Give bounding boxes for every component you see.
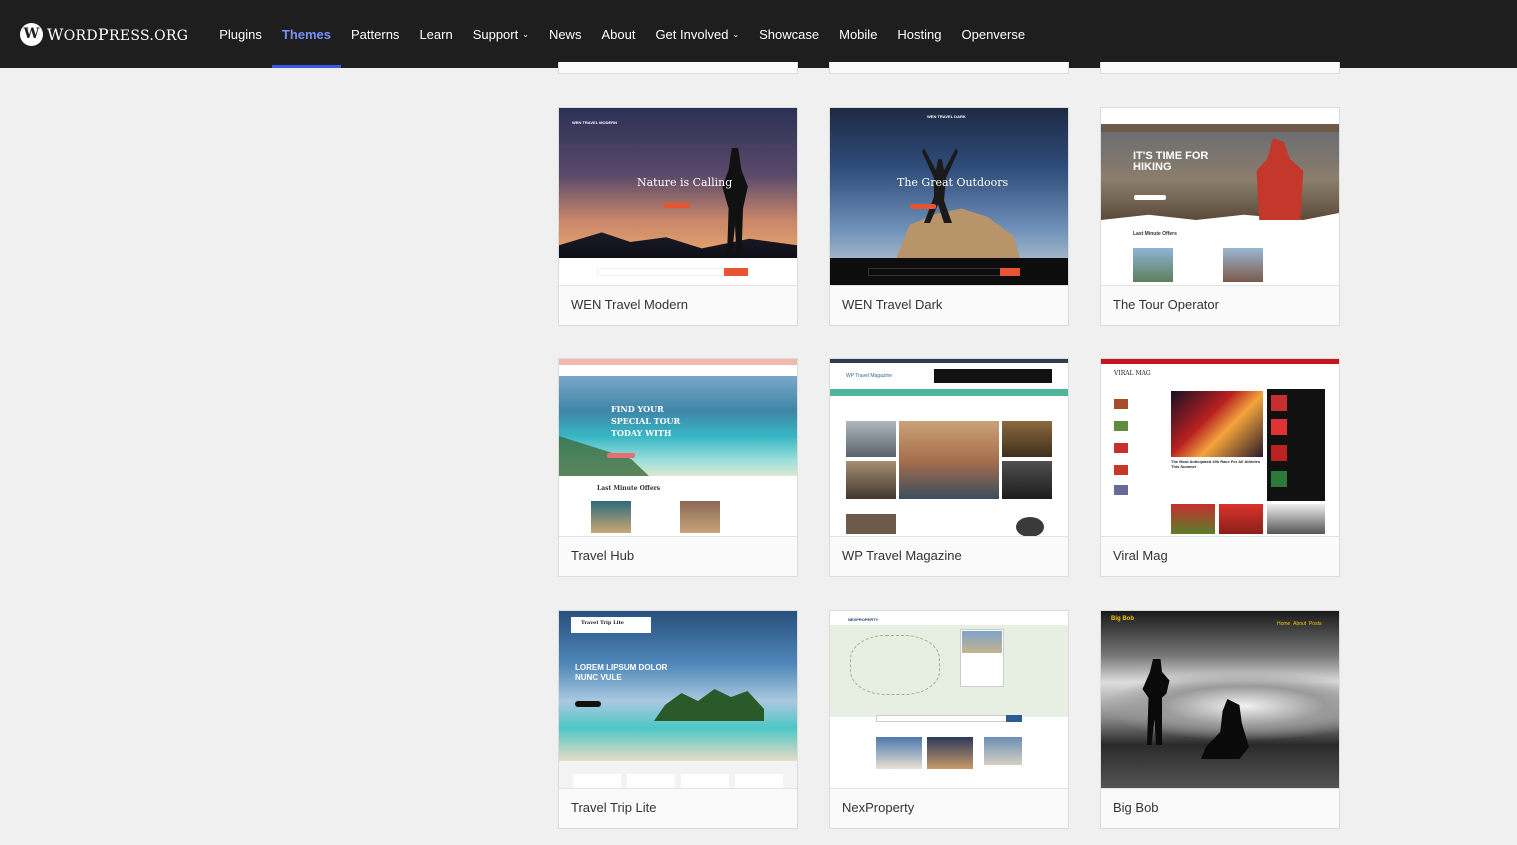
- preview-site-title: WEN TRAVEL MODERN: [572, 120, 617, 125]
- theme-name[interactable]: Big Bob: [1113, 800, 1159, 815]
- theme-card-partial[interactable]: [558, 62, 798, 74]
- wordpress-icon: W: [20, 22, 43, 46]
- theme-card-partial[interactable]: [1100, 62, 1340, 74]
- nav-label: Hosting: [897, 26, 942, 42]
- nav-openverse[interactable]: Openverse: [952, 0, 1036, 68]
- brand-name: WORDPRESS.ORG: [47, 24, 189, 44]
- theme-card-partial[interactable]: [829, 62, 1069, 74]
- theme-name[interactable]: Viral Mag: [1113, 548, 1168, 563]
- preview-section-title: Last Minute Offers: [1133, 231, 1177, 237]
- nav-label: Learn: [419, 26, 453, 42]
- theme-screenshot[interactable]: FIND YOUR SPECIAL TOUR TODAY WITH Last M…: [559, 359, 797, 537]
- preview-site-title: Travel Trip Lite: [581, 620, 624, 626]
- nav-label: Patterns: [351, 26, 400, 42]
- nav-hosting[interactable]: Hosting: [887, 0, 951, 68]
- preview-menu: Home About Posts: [1277, 621, 1322, 627]
- preview-headline: Nature is Calling: [637, 176, 733, 189]
- theme-card-nexproperty[interactable]: NEXPROPERTY NexProperty: [829, 610, 1069, 829]
- theme-screenshot[interactable]: WEN TRAVEL DARK The Great Outdoors: [830, 108, 1068, 286]
- theme-card-travel-trip-lite[interactable]: Travel Trip Lite LOREM LIPSUM DOLOR NUNC…: [558, 610, 798, 829]
- nav-themes[interactable]: Themes: [271, 0, 342, 68]
- nav-label: Plugins: [219, 26, 262, 42]
- nav-about[interactable]: About: [591, 0, 645, 68]
- preview-headline: LOREM LIPSUM DOLOR NUNC VULE: [575, 663, 668, 682]
- preview-site-title: WEN TRAVEL DARK: [927, 114, 966, 119]
- preview-headline: The Great Outdoors: [897, 176, 1009, 189]
- nav-label: Mobile: [839, 26, 878, 42]
- nav-plugins[interactable]: Plugins: [209, 0, 272, 68]
- nav-label: About: [601, 26, 636, 42]
- theme-screenshot[interactable]: NEXPROPERTY: [830, 611, 1068, 789]
- nav-label: Get Involved: [655, 26, 729, 42]
- preview-site-title: VIRAL MAG: [1114, 370, 1151, 377]
- nav-support[interactable]: Support ⌄: [463, 0, 539, 68]
- nav-news[interactable]: News: [539, 0, 592, 68]
- theme-card-wp-travel-magazine[interactable]: WP Travel Magazine WP Travel Magazine: [829, 358, 1069, 577]
- theme-card-travel-hub[interactable]: FIND YOUR SPECIAL TOUR TODAY WITH Last M…: [558, 358, 798, 577]
- nav-label: Support: [472, 26, 519, 42]
- preview-section-title: Last Minute Offers: [597, 485, 661, 492]
- theme-screenshot[interactable]: VIRAL MAG The Most Anticipated 40k Race …: [1101, 359, 1339, 537]
- theme-name[interactable]: WEN Travel Dark: [842, 297, 942, 312]
- theme-screenshot[interactable]: Travel Trip Lite LOREM LIPSUM DOLOR NUNC…: [559, 611, 797, 789]
- theme-name[interactable]: The Tour Operator: [1113, 297, 1219, 312]
- wordpress-logo-link[interactable]: W WORDPRESS.ORG: [20, 0, 188, 68]
- chevron-down-icon: ⌄: [522, 29, 529, 39]
- theme-card-viral-mag[interactable]: VIRAL MAG The Most Anticipated 40k Race …: [1100, 358, 1340, 577]
- theme-name[interactable]: Travel Trip Lite: [571, 800, 657, 815]
- global-header: W WORDPRESS.ORG Plugins Themes Patterns …: [0, 0, 1517, 68]
- chevron-down-icon: ⌄: [732, 29, 740, 39]
- theme-card-big-bob[interactable]: Big Bob Home About Posts Big Bob: [1100, 610, 1340, 829]
- nav-showcase[interactable]: Showcase: [749, 0, 829, 68]
- preview-headline: FIND YOUR SPECIAL TOUR TODAY WITH: [611, 404, 681, 438]
- theme-name[interactable]: WP Travel Magazine: [842, 548, 962, 563]
- nav-get-involved[interactable]: Get Involved ⌄: [645, 0, 749, 68]
- theme-card-wen-travel-modern[interactable]: WEN TRAVEL MODERN Nature is Calling WEN …: [558, 107, 798, 326]
- nav-label: Openverse: [961, 26, 1026, 42]
- nav-label: News: [548, 26, 582, 42]
- theme-name[interactable]: WEN Travel Modern: [571, 297, 688, 312]
- nav-label: Themes: [281, 26, 332, 42]
- nav-learn[interactable]: Learn: [409, 0, 462, 68]
- preview-site-title: WP Travel Magazine: [846, 373, 893, 379]
- nav-label: Showcase: [759, 26, 820, 42]
- preview-site-title: NEXPROPERTY: [848, 617, 879, 622]
- theme-screenshot[interactable]: WEN TRAVEL MODERN Nature is Calling: [559, 108, 797, 286]
- preview-headline: The Most Anticipated 40k Race For All At…: [1171, 459, 1261, 469]
- nav-patterns[interactable]: Patterns: [341, 0, 409, 68]
- theme-name[interactable]: NexProperty: [842, 800, 914, 815]
- theme-card-the-tour-operator[interactable]: IT'S TIME FOR HIKING Last Minute Offers …: [1100, 107, 1340, 326]
- nav-mobile[interactable]: Mobile: [829, 0, 887, 68]
- theme-card-wen-travel-dark[interactable]: WEN TRAVEL DARK The Great Outdoors WEN T…: [829, 107, 1069, 326]
- theme-screenshot[interactable]: Big Bob Home About Posts: [1101, 611, 1339, 789]
- main-nav: Plugins Themes Patterns Learn Support ⌄ N…: [209, 0, 1035, 68]
- theme-screenshot[interactable]: IT'S TIME FOR HIKING Last Minute Offers: [1101, 108, 1339, 286]
- theme-name[interactable]: Travel Hub: [571, 548, 634, 563]
- theme-screenshot[interactable]: WP Travel Magazine: [830, 359, 1068, 537]
- preview-headline: IT'S TIME FOR HIKING: [1133, 150, 1209, 173]
- preview-site-title: Big Bob: [1111, 616, 1134, 622]
